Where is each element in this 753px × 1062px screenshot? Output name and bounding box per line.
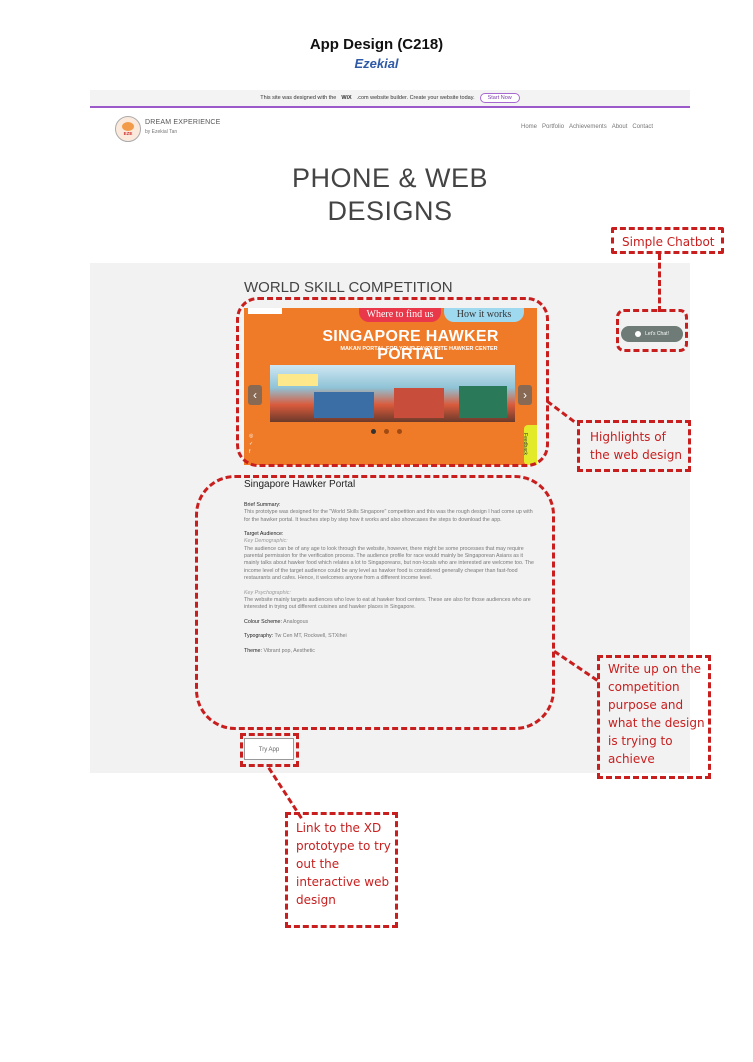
- annotation-try-app-line1: Link to the XD: [296, 821, 382, 835]
- annotation-writeup-line5: is trying to: [608, 734, 673, 748]
- document-title: App Design (C218): [309, 36, 444, 53]
- annotation-try-app-line4: interactive web: [296, 875, 390, 889]
- logo-text: EZE: [123, 131, 133, 136]
- brand-name[interactable]: DREAM EXPERIENCE: [145, 119, 221, 126]
- annotation-highlights-line1: Highlights of: [590, 430, 666, 444]
- annotation-chat-widget-outline: [616, 309, 688, 352]
- annotation-highlights-text: Highlights of the web design: [590, 428, 682, 464]
- annotation-highlights-line2: the web design: [590, 448, 682, 462]
- hero-title-line2: DESIGNS: [327, 196, 453, 226]
- annotation-writeup-outline: [195, 475, 555, 730]
- logo-graphic: [122, 122, 134, 131]
- annotation-writeup-line6: achieve: [608, 752, 655, 766]
- nav-item-portfolio[interactable]: Portfolio: [542, 124, 564, 130]
- nav-item-about[interactable]: About: [612, 124, 628, 130]
- section-title: WORLD SKILL COMPETITION: [244, 279, 453, 296]
- wix-logo: WiX: [341, 95, 352, 101]
- annotation-try-app-line5: design: [296, 893, 336, 907]
- annotation-highlights-box: Highlights of the web design: [577, 420, 691, 472]
- annotation-writeup-line1: Write up on the: [608, 662, 701, 676]
- annotation-writeup-line4: what the design: [608, 716, 705, 730]
- site-logo[interactable]: EZE: [115, 116, 141, 142]
- wix-banner-text-before: This site was designed with the: [260, 95, 337, 101]
- annotation-chatbot-box: Simple Chatbot: [611, 227, 724, 254]
- nav-item-home[interactable]: Home: [521, 124, 537, 130]
- annotation-writeup-line3: purpose and: [608, 698, 684, 712]
- annotation-try-app-text: Link to the XD prototype to try out the …: [296, 819, 391, 909]
- annotation-chatbot-connector: [658, 254, 661, 312]
- wix-banner: This site was designed with the WiX .com…: [90, 90, 690, 108]
- document-author: Ezekial: [354, 56, 399, 71]
- hero-title: PHONE & WEB DESIGNS: [240, 162, 540, 228]
- hero-title-line1: PHONE & WEB: [291, 163, 489, 193]
- wix-banner-text-after: .com website builder. Create your websit…: [356, 95, 475, 101]
- start-now-button[interactable]: Start Now: [479, 93, 520, 103]
- annotation-slider-outline: [236, 297, 549, 467]
- nav-item-achievements[interactable]: Achievements: [569, 124, 607, 130]
- annotation-try-app-box: Link to the XD prototype to try out the …: [285, 812, 398, 928]
- annotation-writeup-box: Write up on the competition purpose and …: [597, 655, 711, 779]
- annotation-chatbot-text: Simple Chatbot: [622, 235, 715, 249]
- nav-item-contact[interactable]: Contact: [632, 124, 653, 130]
- brand-subtitle: by Ezekial Tan: [145, 129, 178, 135]
- annotation-try-app-outline: [240, 733, 299, 767]
- annotation-try-app-line2: prototype to try: [296, 839, 391, 853]
- annotation-writeup-line2: competition: [608, 680, 680, 694]
- site-nav: Home Portfolio Achievements About Contac…: [521, 124, 653, 130]
- annotation-try-app-line3: out the: [296, 857, 340, 871]
- annotation-writeup-text: Write up on the competition purpose and …: [608, 660, 705, 768]
